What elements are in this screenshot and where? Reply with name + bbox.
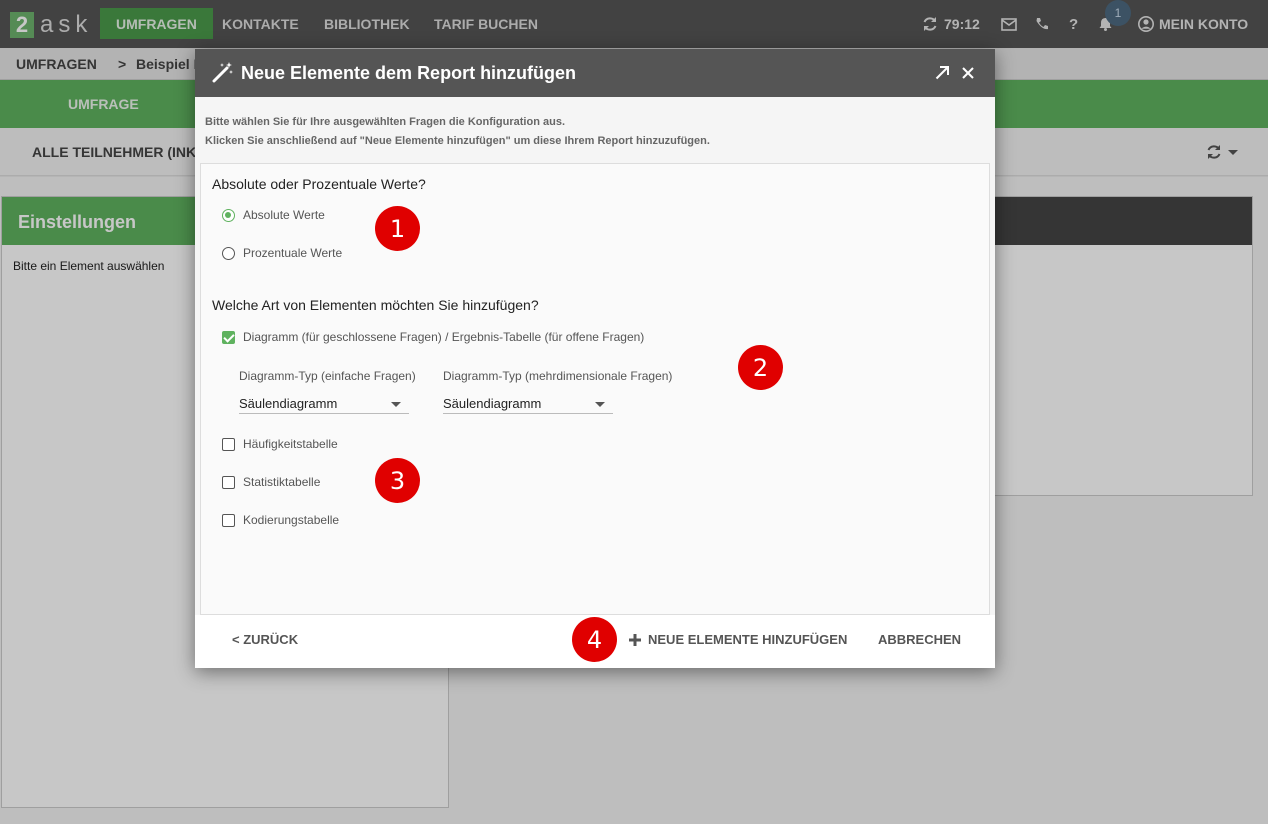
- checkbox-label-coding-table: Kodierungstabelle: [243, 513, 340, 527]
- checkbox-checked[interactable]: [222, 330, 235, 344]
- radio-absolute-values[interactable]: Absolute Werte: [222, 208, 325, 222]
- checkbox-diagram[interactable]: Diagramm (für geschlossene Fragen) / Erg…: [222, 330, 644, 344]
- intro-line-1: Bitte wählen Sie für Ihre ausgewählten F…: [205, 116, 565, 128]
- chevron-down-icon: [391, 402, 401, 407]
- question-value-type: Absolute oder Prozentuale Werte?: [212, 176, 426, 192]
- add-elements-button[interactable]: NEUE ELEMENTE HINZUFÜGEN: [629, 632, 847, 647]
- dialog-intro: Bitte wählen Sie für Ihre ausgewählten F…: [205, 113, 710, 151]
- checkbox-label-frequency-table: Häufigkeitstabelle: [243, 437, 338, 451]
- dialog-title: Neue Elemente dem Report hinzufügen: [241, 63, 577, 83]
- checkbox[interactable]: [222, 513, 235, 527]
- close-icon[interactable]: [962, 67, 974, 79]
- dialog-header: Neue Elemente dem Report hinzufügen: [195, 49, 995, 97]
- diagram-type-multi-select[interactable]: Säulendiagramm: [443, 392, 613, 414]
- checkbox-label-diagram: Diagramm (für geschlossene Fragen) / Erg…: [243, 330, 645, 344]
- diagram-type-simple-value: Säulendiagramm: [239, 396, 338, 411]
- question-element-type: Welche Art von Elementen möchten Sie hin…: [212, 297, 539, 313]
- back-button[interactable]: < ZURÜCK: [232, 632, 298, 647]
- add-elements-label: NEUE ELEMENTE HINZUFÜGEN: [648, 632, 848, 647]
- diagram-type-simple-select[interactable]: Säulendiagramm: [239, 392, 409, 414]
- diagram-type-multi-label: Diagramm-Typ (mehrdimensionale Fragen): [443, 369, 673, 383]
- checkbox-statistics-table[interactable]: Statistiktabelle: [222, 475, 320, 489]
- annotation-marker-1: 1: [375, 206, 420, 251]
- checkbox-coding-table[interactable]: Kodierungstabelle: [222, 513, 339, 527]
- magic-wand-icon: [212, 62, 233, 83]
- annotation-marker-3: 3: [375, 458, 420, 503]
- add-elements-dialog: Neue Elemente dem Report hinzufügen Bitt…: [195, 49, 995, 668]
- dialog-form: Absolute oder Prozentuale Werte? Absolut…: [200, 163, 990, 615]
- radio-button[interactable]: [222, 246, 235, 260]
- expand-icon[interactable]: [935, 66, 949, 80]
- diagram-type-simple-label: Diagramm-Typ (einfache Fragen): [239, 369, 416, 383]
- chevron-down-icon: [595, 402, 605, 407]
- checkbox-label-statistics-table: Statistiktabelle: [243, 475, 321, 489]
- radio-button-selected[interactable]: [222, 208, 235, 222]
- radio-label-percentage: Prozentuale Werte: [243, 246, 343, 260]
- diagram-type-multi-value: Säulendiagramm: [443, 396, 542, 411]
- annotation-marker-2: 2: [738, 345, 783, 390]
- checkbox-frequency-table[interactable]: Häufigkeitstabelle: [222, 437, 338, 451]
- radio-label-absolute: Absolute Werte: [243, 208, 325, 222]
- intro-line-2: Klicken Sie anschließend auf "Neue Eleme…: [205, 135, 710, 147]
- checkbox[interactable]: [222, 475, 235, 489]
- annotation-marker-4: 4: [572, 617, 617, 662]
- checkbox[interactable]: [222, 437, 235, 451]
- plus-icon: [629, 633, 641, 646]
- radio-percentage-values[interactable]: Prozentuale Werte: [222, 246, 342, 260]
- cancel-button[interactable]: ABBRECHEN: [878, 632, 961, 647]
